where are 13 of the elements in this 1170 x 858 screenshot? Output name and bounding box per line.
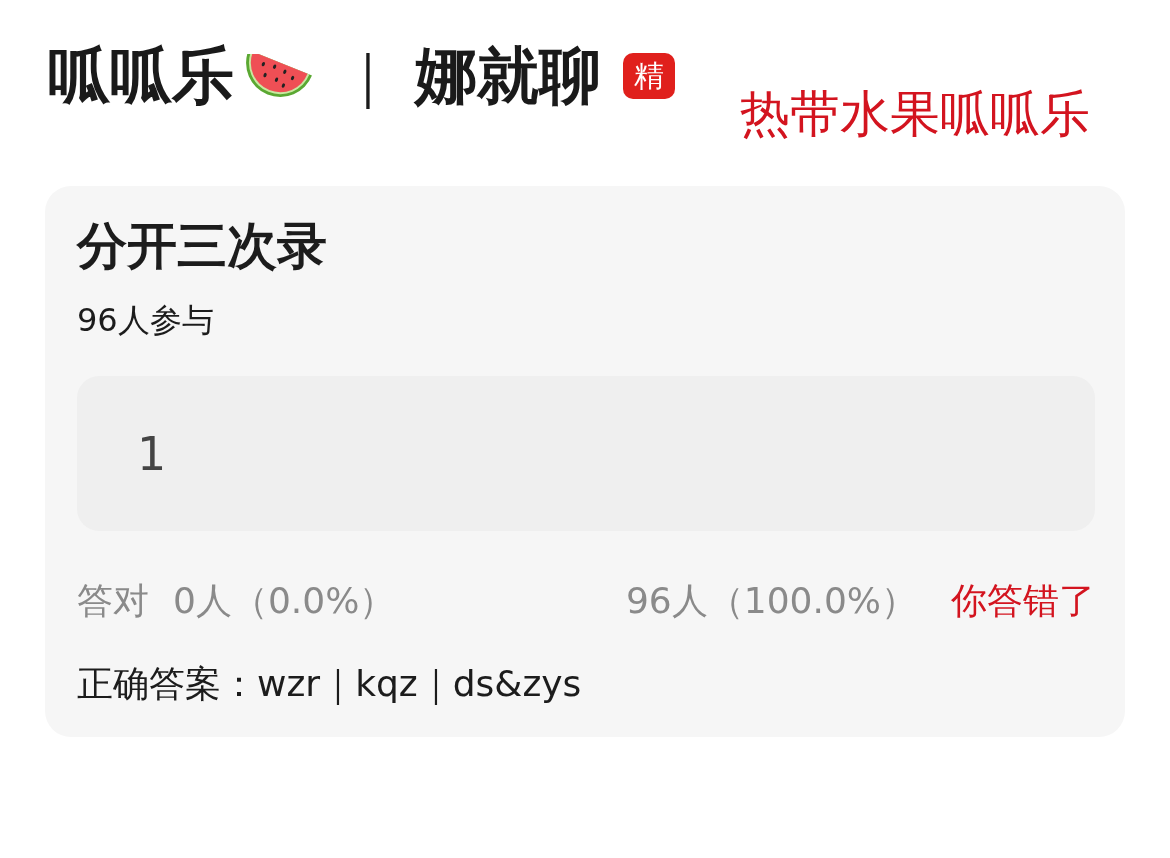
- title-separator: ｜: [340, 42, 395, 111]
- correct-count: 0人（0.0%）: [173, 579, 396, 623]
- wrong-count: 96人（100.0%）: [625, 579, 917, 623]
- answer-box: 1: [77, 376, 1095, 531]
- quiz-title: 分开三次录: [77, 216, 327, 277]
- correct-answer-text: 正确答案：wzr｜kqz｜ds&zys: [77, 662, 582, 707]
- header-title: 呱呱乐: [48, 38, 234, 114]
- featured-badge: 精: [623, 53, 675, 99]
- correct-label: 答对: [77, 579, 149, 623]
- channel-name: 娜就聊: [415, 38, 601, 114]
- annotation-text: 热带水果呱呱乐: [740, 84, 1090, 144]
- result-text: 你答错了: [951, 579, 1095, 623]
- participant-count: 96人参与: [77, 300, 214, 340]
